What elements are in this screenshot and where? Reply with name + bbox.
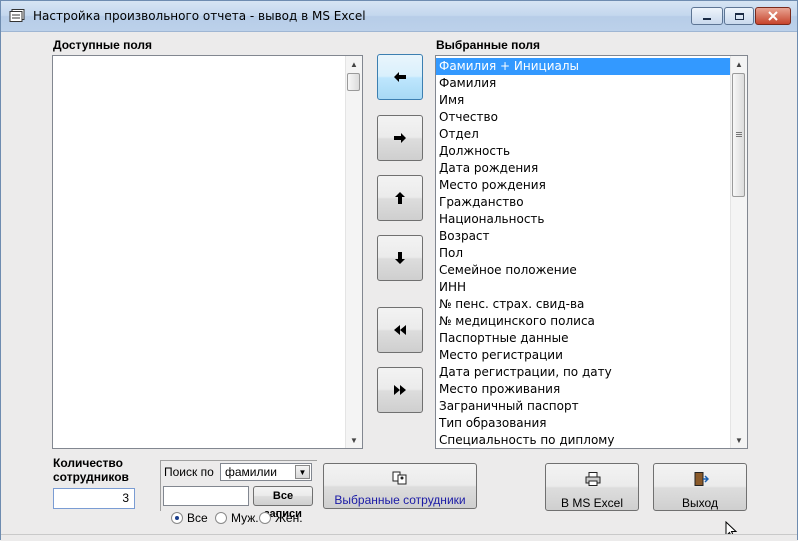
move-down-button[interactable]: [377, 235, 423, 281]
filter-male-radio[interactable]: [215, 512, 227, 524]
selected-employees-button[interactable]: Выбранные сотрудники: [323, 463, 477, 509]
employee-count-label: Количество сотрудников: [53, 456, 129, 484]
arrow-right-icon: [394, 133, 406, 143]
filter-all-radio[interactable]: [171, 512, 183, 524]
close-icon: [768, 11, 778, 21]
employee-count-label-line1: Количество: [53, 456, 123, 470]
list-item[interactable]: Место проживания: [436, 381, 730, 398]
scroll-thumb[interactable]: [347, 73, 360, 91]
list-item[interactable]: Паспортные данные: [436, 330, 730, 347]
move-up-button[interactable]: [377, 175, 423, 221]
available-fields-label: Доступные поля: [53, 38, 153, 52]
list-item[interactable]: Отчество: [436, 109, 730, 126]
list-item[interactable]: Национальность: [436, 211, 730, 228]
employee-count-value: 3: [53, 488, 135, 509]
close-button[interactable]: [755, 7, 791, 25]
list-item[interactable]: Семейное положение: [436, 262, 730, 279]
move-all-left-button[interactable]: [377, 307, 423, 353]
filter-all-label: Все: [187, 511, 208, 525]
list-item[interactable]: Место регистрации: [436, 347, 730, 364]
minimize-icon: [703, 18, 711, 20]
report-settings-window: Настройка произвольного отчета - вывод в…: [0, 0, 798, 541]
list-item[interactable]: Заграничный паспорт: [436, 398, 730, 415]
chevron-down-icon[interactable]: ▼: [295, 465, 310, 479]
list-item[interactable]: Пол: [436, 245, 730, 262]
title-bar[interactable]: Настройка произвольного отчета - вывод в…: [1, 1, 797, 32]
list-item[interactable]: Тип образования: [436, 415, 730, 432]
list-item[interactable]: Возраст: [436, 228, 730, 245]
move-all-right-button[interactable]: [377, 367, 423, 413]
scroll-thumb[interactable]: [732, 73, 745, 197]
list-item[interactable]: Фамилия + Инициалы: [436, 58, 730, 75]
double-left-icon: [394, 325, 406, 335]
search-input[interactable]: [163, 486, 249, 506]
list-item[interactable]: Специальность по диплому: [436, 432, 730, 449]
list-item[interactable]: Дата рождения: [436, 160, 730, 177]
move-right-button[interactable]: [377, 115, 423, 161]
list-item[interactable]: Место рождения: [436, 177, 730, 194]
available-fields-scrollbar[interactable]: ▲ ▼: [345, 56, 362, 448]
selected-fields-items: Фамилия + Инициалы Фамилия Имя Отчество Отде…: [436, 58, 730, 449]
list-item[interactable]: Имя: [436, 92, 730, 109]
search-field-select[interactable]: фамилии ▼: [220, 463, 312, 481]
list-item[interactable]: Гражданство: [436, 194, 730, 211]
list-item[interactable]: Должность: [436, 143, 730, 160]
maximize-button[interactable]: [724, 7, 754, 25]
list-item[interactable]: № пенс. страх. свид-ва: [436, 296, 730, 313]
list-item[interactable]: Отдел: [436, 126, 730, 143]
list-item[interactable]: № медицинского полиса: [436, 313, 730, 330]
minimize-button[interactable]: [691, 7, 723, 25]
employee-count-label-line2: сотрудников: [53, 470, 129, 484]
filter-female-radio[interactable]: [259, 512, 271, 524]
all-records-button[interactable]: Все записи: [253, 486, 313, 520]
app-icon: [9, 9, 25, 22]
selected-fields-list[interactable]: Фамилия + Инициалы Фамилия Имя Отчество Отде…: [435, 55, 748, 449]
export-excel-button[interactable]: В MS Excel: [545, 463, 639, 511]
exit-label: Выход: [682, 496, 718, 510]
arrow-up-icon: [395, 192, 405, 204]
available-fields-list[interactable]: ▲ ▼: [52, 55, 363, 449]
scroll-up-icon[interactable]: ▲: [731, 56, 747, 72]
printer-icon: [585, 472, 601, 486]
window-title: Настройка произвольного отчета - вывод в…: [33, 9, 366, 23]
list-item[interactable]: Дата регистрации, по дату: [436, 364, 730, 381]
search-field-value: фамилии: [225, 465, 277, 479]
search-by-label: Поиск по: [164, 465, 214, 479]
exit-button[interactable]: Выход: [653, 463, 747, 511]
filter-female-label: Жен.: [275, 511, 303, 525]
arrow-down-icon: [395, 252, 405, 264]
users-icon: [392, 471, 407, 485]
move-left-button[interactable]: [377, 54, 423, 100]
maximize-icon: [734, 12, 744, 20]
scroll-up-icon[interactable]: ▲: [346, 56, 362, 72]
filter-male-label: Муж.: [231, 511, 259, 525]
export-excel-label: В MS Excel: [560, 496, 623, 510]
selected-fields-label: Выбранные поля: [436, 38, 540, 52]
selected-employees-label: Выбранные сотрудники: [334, 493, 466, 507]
double-right-icon: [394, 385, 406, 395]
exit-door-icon: [694, 472, 709, 486]
scroll-down-icon[interactable]: ▼: [346, 432, 362, 448]
arrow-left-icon: [394, 72, 406, 82]
list-item[interactable]: ИНН: [436, 279, 730, 296]
scroll-down-icon[interactable]: ▼: [731, 432, 747, 448]
selected-fields-scrollbar[interactable]: ▲ ▼: [730, 56, 747, 448]
list-item[interactable]: Фамилия: [436, 75, 730, 92]
